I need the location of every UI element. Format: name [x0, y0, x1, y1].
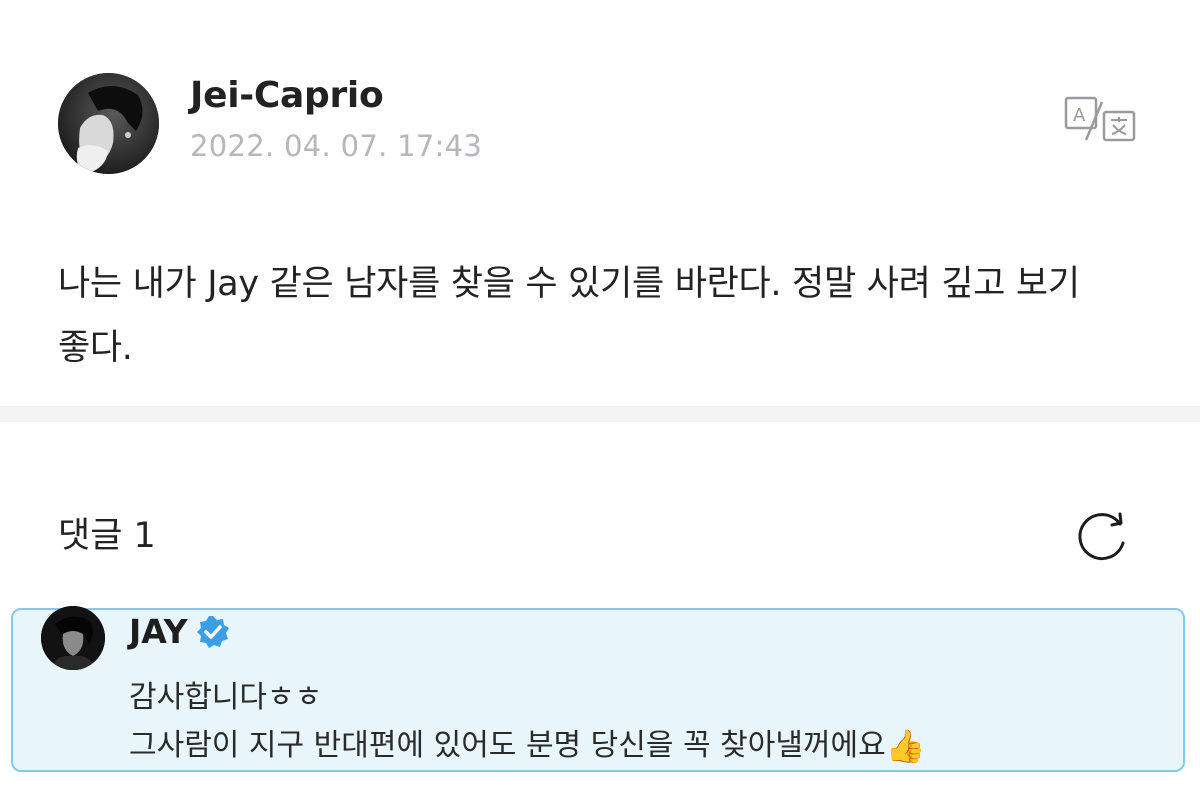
- comment-author-name[interactable]: JAY: [129, 612, 188, 652]
- section-divider: [0, 406, 1200, 422]
- svg-text:A: A: [1073, 105, 1086, 126]
- post-timestamp: 2022. 04. 07. 17:43: [190, 129, 483, 163]
- thumbs-up-icon: 👍: [885, 727, 926, 765]
- comment-line-2-text: 그사람이 지구 반대편에 있어도 분명 당신을 꼭 찾아낼꺼에요: [129, 728, 886, 763]
- post-author-name[interactable]: Jei-Caprio: [190, 74, 384, 118]
- comment-body: 감사합니다ㅎㅎ 그사람이 지구 반대편에 있어도 분명 당신을 꼭 찾아낼꺼에요…: [129, 674, 1169, 770]
- comment-line-1: 감사합니다ㅎㅎ: [129, 680, 323, 715]
- translate-icon[interactable]: A: [1064, 96, 1138, 144]
- post-page: Jei-Caprio 2022. 04. 07. 17:43 A 나는 내가 J…: [0, 0, 1200, 798]
- comment-author-avatar[interactable]: [41, 606, 105, 670]
- highlighted-comment: JAY 감사합니다ㅎㅎ 그사람이 지구 반대편에 있어도 분명 당신을 꼭 찾아…: [11, 606, 1185, 772]
- post-body-text: 나는 내가 Jay 같은 남자를 찾을 수 있기를 바란다. 정말 사려 깊고 …: [58, 264, 1080, 368]
- comment-line-2: 그사람이 지구 반대편에 있어도 분명 당신을 꼭 찾아낼꺼에요👍: [129, 722, 1169, 770]
- refresh-icon[interactable]: [1074, 508, 1132, 566]
- author-avatar[interactable]: [58, 73, 159, 174]
- verified-badge-icon: [196, 615, 230, 649]
- comments-count-label: 댓글 1: [58, 516, 156, 556]
- comment-author[interactable]: JAY: [129, 612, 230, 652]
